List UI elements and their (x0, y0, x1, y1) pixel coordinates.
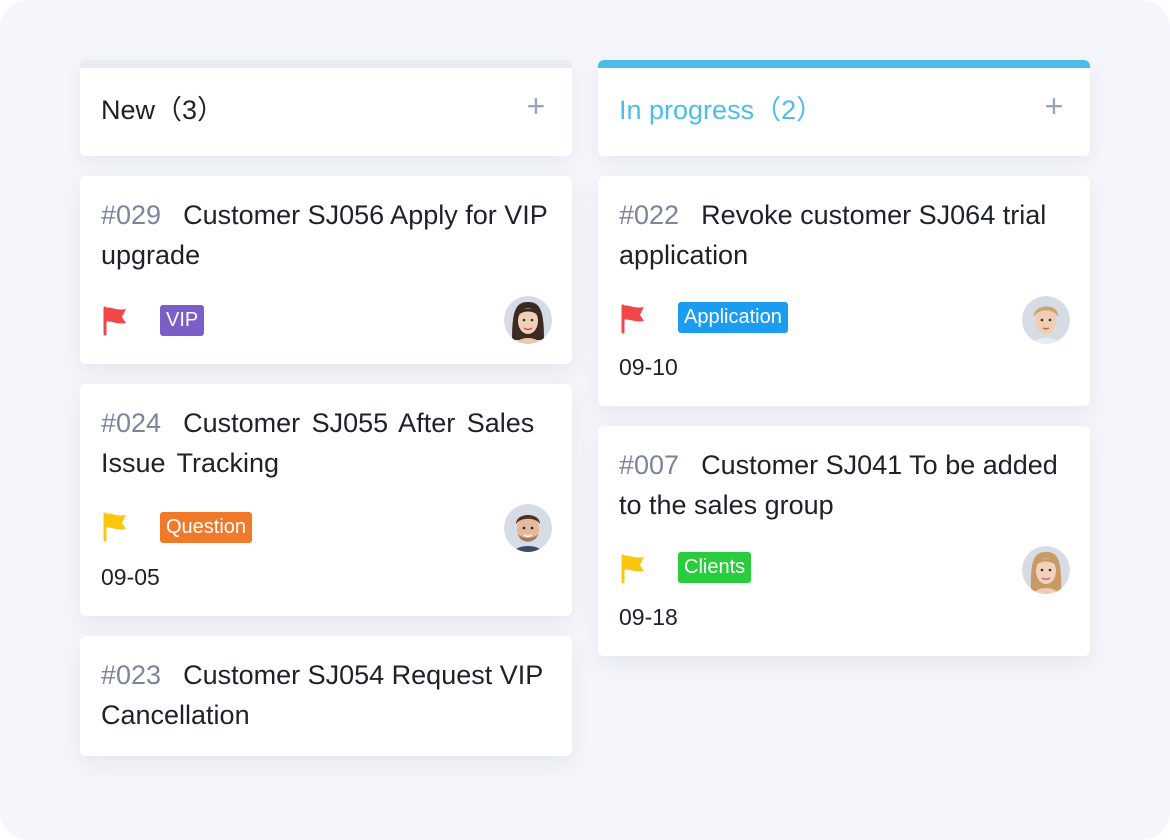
priority-flag-icon (621, 554, 644, 584)
column-header-new: New（3） + (80, 60, 572, 156)
assignee-avatar[interactable] (1022, 546, 1070, 594)
assignee-avatar[interactable] (1022, 296, 1070, 344)
column-header-in-progress: In progress（2） + (598, 60, 1090, 156)
task-card[interactable]: #029 Customer SJ056 Apply for VIP upgrade… (80, 176, 572, 364)
column-name: In progress (619, 95, 755, 125)
task-card[interactable]: #022 Revoke customer SJ064 trial applicat… (598, 176, 1090, 406)
priority-flag-icon (103, 512, 126, 542)
column-accent-bar (80, 60, 572, 68)
tag-badge: Clients (678, 552, 752, 583)
card-id: #029 (101, 200, 162, 230)
card-id: #023 (101, 660, 162, 690)
card-title-text: Revoke customer SJ064 trial application (619, 200, 1047, 270)
priority-flag-icon (621, 304, 644, 334)
column-title: New（3） (101, 93, 224, 127)
card-title: #029 Customer SJ056 Apply for VIP upgrade (101, 195, 556, 275)
column-name: New (101, 95, 156, 125)
priority-flag-icon (103, 306, 126, 336)
task-card[interactable]: #023 Customer SJ054 Request VIP Cancellat… (80, 636, 572, 756)
card-title: #022 Revoke customer SJ064 trial applicat… (619, 195, 1074, 275)
card-title-text: Customer SJ041 To be added to the sales … (619, 450, 1058, 520)
assignee-avatar[interactable] (504, 504, 552, 552)
card-title: #007 Customer SJ041 To be added to the sa… (619, 445, 1074, 525)
task-card[interactable]: #024 Customer SJ055 After Sales Issue Tra… (80, 384, 572, 616)
due-date: 09-18 (619, 604, 678, 630)
card-id: #022 (619, 200, 680, 230)
avatar-man-icon (504, 504, 552, 552)
kanban-board: New（3） + #029 Customer SJ056 Apply for VI… (0, 0, 1170, 840)
avatar-woman-icon (504, 296, 552, 344)
avatar-man-icon (1022, 296, 1070, 344)
card-title: #024 Customer SJ055 After Sales Issue Tra… (101, 403, 556, 483)
card-id: #024 (101, 408, 162, 438)
add-card-button[interactable]: + (522, 90, 550, 122)
due-date: 09-10 (619, 354, 678, 380)
avatar-woman-icon (1022, 546, 1070, 594)
card-title-text: Customer SJ055 After Sales Issue Trackin… (101, 408, 535, 478)
card-title: #023 Customer SJ054 Request VIP Cancellat… (101, 655, 556, 735)
assignee-avatar[interactable] (504, 296, 552, 344)
tag-badge: VIP (160, 305, 205, 336)
card-id: #007 (619, 450, 680, 480)
column-count: （2） (754, 95, 824, 125)
task-card[interactable]: #007 Customer SJ041 To be added to the sa… (598, 426, 1090, 656)
tag-badge: Question (160, 512, 253, 543)
due-date: 09-05 (101, 564, 160, 590)
card-title-text: Customer SJ054 Request VIP Cancellation (101, 660, 543, 730)
add-card-button[interactable]: + (1040, 90, 1068, 122)
card-title-text: Customer SJ056 Apply for VIP upgrade (101, 200, 548, 270)
column-title: In progress（2） (619, 93, 823, 127)
column-accent-bar (598, 60, 1090, 68)
column-count: （3） (155, 95, 225, 125)
tag-badge: Application (678, 302, 788, 333)
